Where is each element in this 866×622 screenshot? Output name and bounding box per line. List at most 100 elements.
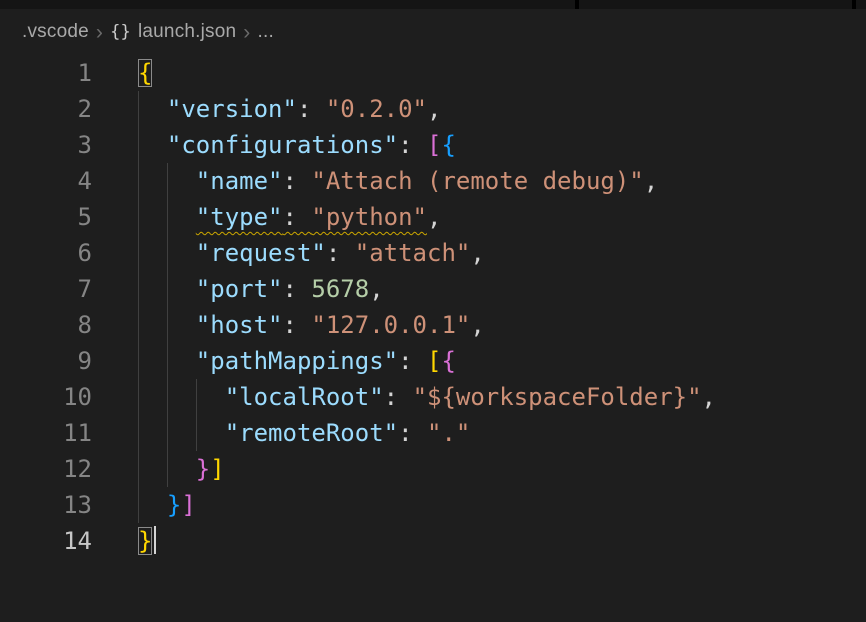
chevron-right-icon: › [243, 22, 250, 43]
indent-guide [167, 343, 168, 379]
indent-guide [138, 199, 139, 235]
code-line-14[interactable]: 14} [0, 523, 866, 559]
line-number: 2 [0, 91, 92, 127]
line-number: 8 [0, 307, 92, 343]
indent-guide [138, 271, 139, 307]
token-key: "host" [196, 311, 283, 339]
token-b1: [ [427, 347, 441, 375]
indent-guide [138, 127, 139, 163]
line-number: 6 [0, 235, 92, 271]
token-key: "port" [196, 275, 283, 303]
line-content: "port": 5678, [92, 271, 866, 307]
line-number: 4 [0, 163, 92, 199]
token-key: "pathMappings" [196, 347, 398, 375]
code-line-7[interactable]: 7 "port": 5678, [0, 271, 866, 307]
token-str: "Attach (remote debug)" [311, 167, 643, 195]
breadcrumb-label: .vscode [22, 21, 89, 43]
code-line-8[interactable]: 8 "host": "127.0.0.1", [0, 307, 866, 343]
code-line-2[interactable]: 2 "version": "0.2.0", [0, 91, 866, 127]
indent-spaces [138, 95, 167, 123]
breadcrumb-item-[interactable]: ... [258, 21, 274, 43]
indent-guide [138, 343, 139, 379]
indent-guide [138, 91, 139, 127]
breadcrumb-item-vscode[interactable]: .vscode [22, 21, 89, 43]
indent-guide [138, 163, 139, 199]
token-pun: , [702, 383, 716, 411]
token-num: 5678 [311, 275, 369, 303]
indent-guide [167, 235, 168, 271]
chevron-right-icon: › [96, 22, 103, 43]
token-pun: : [283, 167, 312, 195]
indent-guide [138, 487, 139, 523]
token-pun: , [470, 239, 484, 267]
code-line-13[interactable]: 13 }] [0, 487, 866, 523]
token-pun: : [398, 131, 427, 159]
indent-guide [196, 415, 197, 451]
token-key: "request" [196, 239, 326, 267]
indent-guide [138, 415, 139, 451]
code-line-11[interactable]: 11 "remoteRoot": "." [0, 415, 866, 451]
code-line-6[interactable]: 6 "request": "attach", [0, 235, 866, 271]
line-content: "name": "Attach (remote debug)", [92, 163, 866, 199]
code-line-4[interactable]: 4 "name": "Attach (remote debug)", [0, 163, 866, 199]
code-line-12[interactable]: 12 }] [0, 451, 866, 487]
code-area[interactable]: 1{2 "version": "0.2.0",3 "configurations… [0, 55, 866, 559]
token-b3: { [441, 131, 455, 159]
code-line-5[interactable]: 5 "type": "python", [0, 199, 866, 235]
code-line-10[interactable]: 10 "localRoot": "${workspaceFolder}", [0, 379, 866, 415]
token-b1: } [138, 527, 152, 555]
code-line-9[interactable]: 9 "pathMappings": [{ [0, 343, 866, 379]
indent-guide [167, 415, 168, 451]
indent-spaces [138, 383, 225, 411]
token-pun: , [427, 203, 441, 231]
tab-divider [852, 0, 856, 9]
indent-guide [167, 199, 168, 235]
text-cursor [154, 526, 156, 554]
line-number: 14 [0, 523, 92, 559]
indent-guide [167, 271, 168, 307]
breadcrumb-item-launchjson[interactable]: {} launch.json [110, 21, 236, 43]
breadcrumb-label: launch.json [138, 21, 236, 43]
token-key: "version" [167, 95, 297, 123]
line-content: { [92, 55, 866, 91]
indent-guide [196, 379, 197, 415]
code-line-3[interactable]: 3 "configurations": [{ [0, 127, 866, 163]
indent-guide [138, 307, 139, 343]
tab-strip [0, 0, 866, 9]
token-pun: : [297, 95, 326, 123]
line-number: 5 [0, 199, 92, 235]
line-content: "request": "attach", [92, 235, 866, 271]
line-content: }] [92, 487, 866, 523]
line-number: 13 [0, 487, 92, 523]
line-number: 3 [0, 127, 92, 163]
line-number: 12 [0, 451, 92, 487]
token-key: "configurations" [167, 131, 398, 159]
line-content: "host": "127.0.0.1", [92, 307, 866, 343]
token-b2: } [196, 455, 210, 483]
breadcrumb: .vscode › {} launch.json ›... [0, 9, 866, 55]
token-str: "python" [311, 203, 427, 231]
token-key: "localRoot" [225, 383, 384, 411]
token-str: "attach" [355, 239, 471, 267]
token-str: "." [427, 419, 470, 447]
line-content: "configurations": [{ [92, 127, 866, 163]
token-key: "type" [196, 203, 283, 231]
line-content: "localRoot": "${workspaceFolder}", [92, 379, 866, 415]
line-number: 7 [0, 271, 92, 307]
json-braces-icon: {} [110, 22, 131, 42]
indent-guide [167, 163, 168, 199]
token-pun: : [398, 347, 427, 375]
line-content: "pathMappings": [{ [92, 343, 866, 379]
token-pun: , [644, 167, 658, 195]
indent-guide [167, 451, 168, 487]
token-pun: , [470, 311, 484, 339]
token-b1: ] [210, 455, 224, 483]
code-line-1[interactable]: 1{ [0, 55, 866, 91]
indent-spaces [138, 491, 167, 519]
indent-guide [138, 235, 139, 271]
indent-spaces [138, 131, 167, 159]
line-content: "type": "python", [92, 199, 866, 235]
indent-guide [167, 307, 168, 343]
token-b1: { [138, 59, 152, 87]
line-content: "version": "0.2.0", [92, 91, 866, 127]
